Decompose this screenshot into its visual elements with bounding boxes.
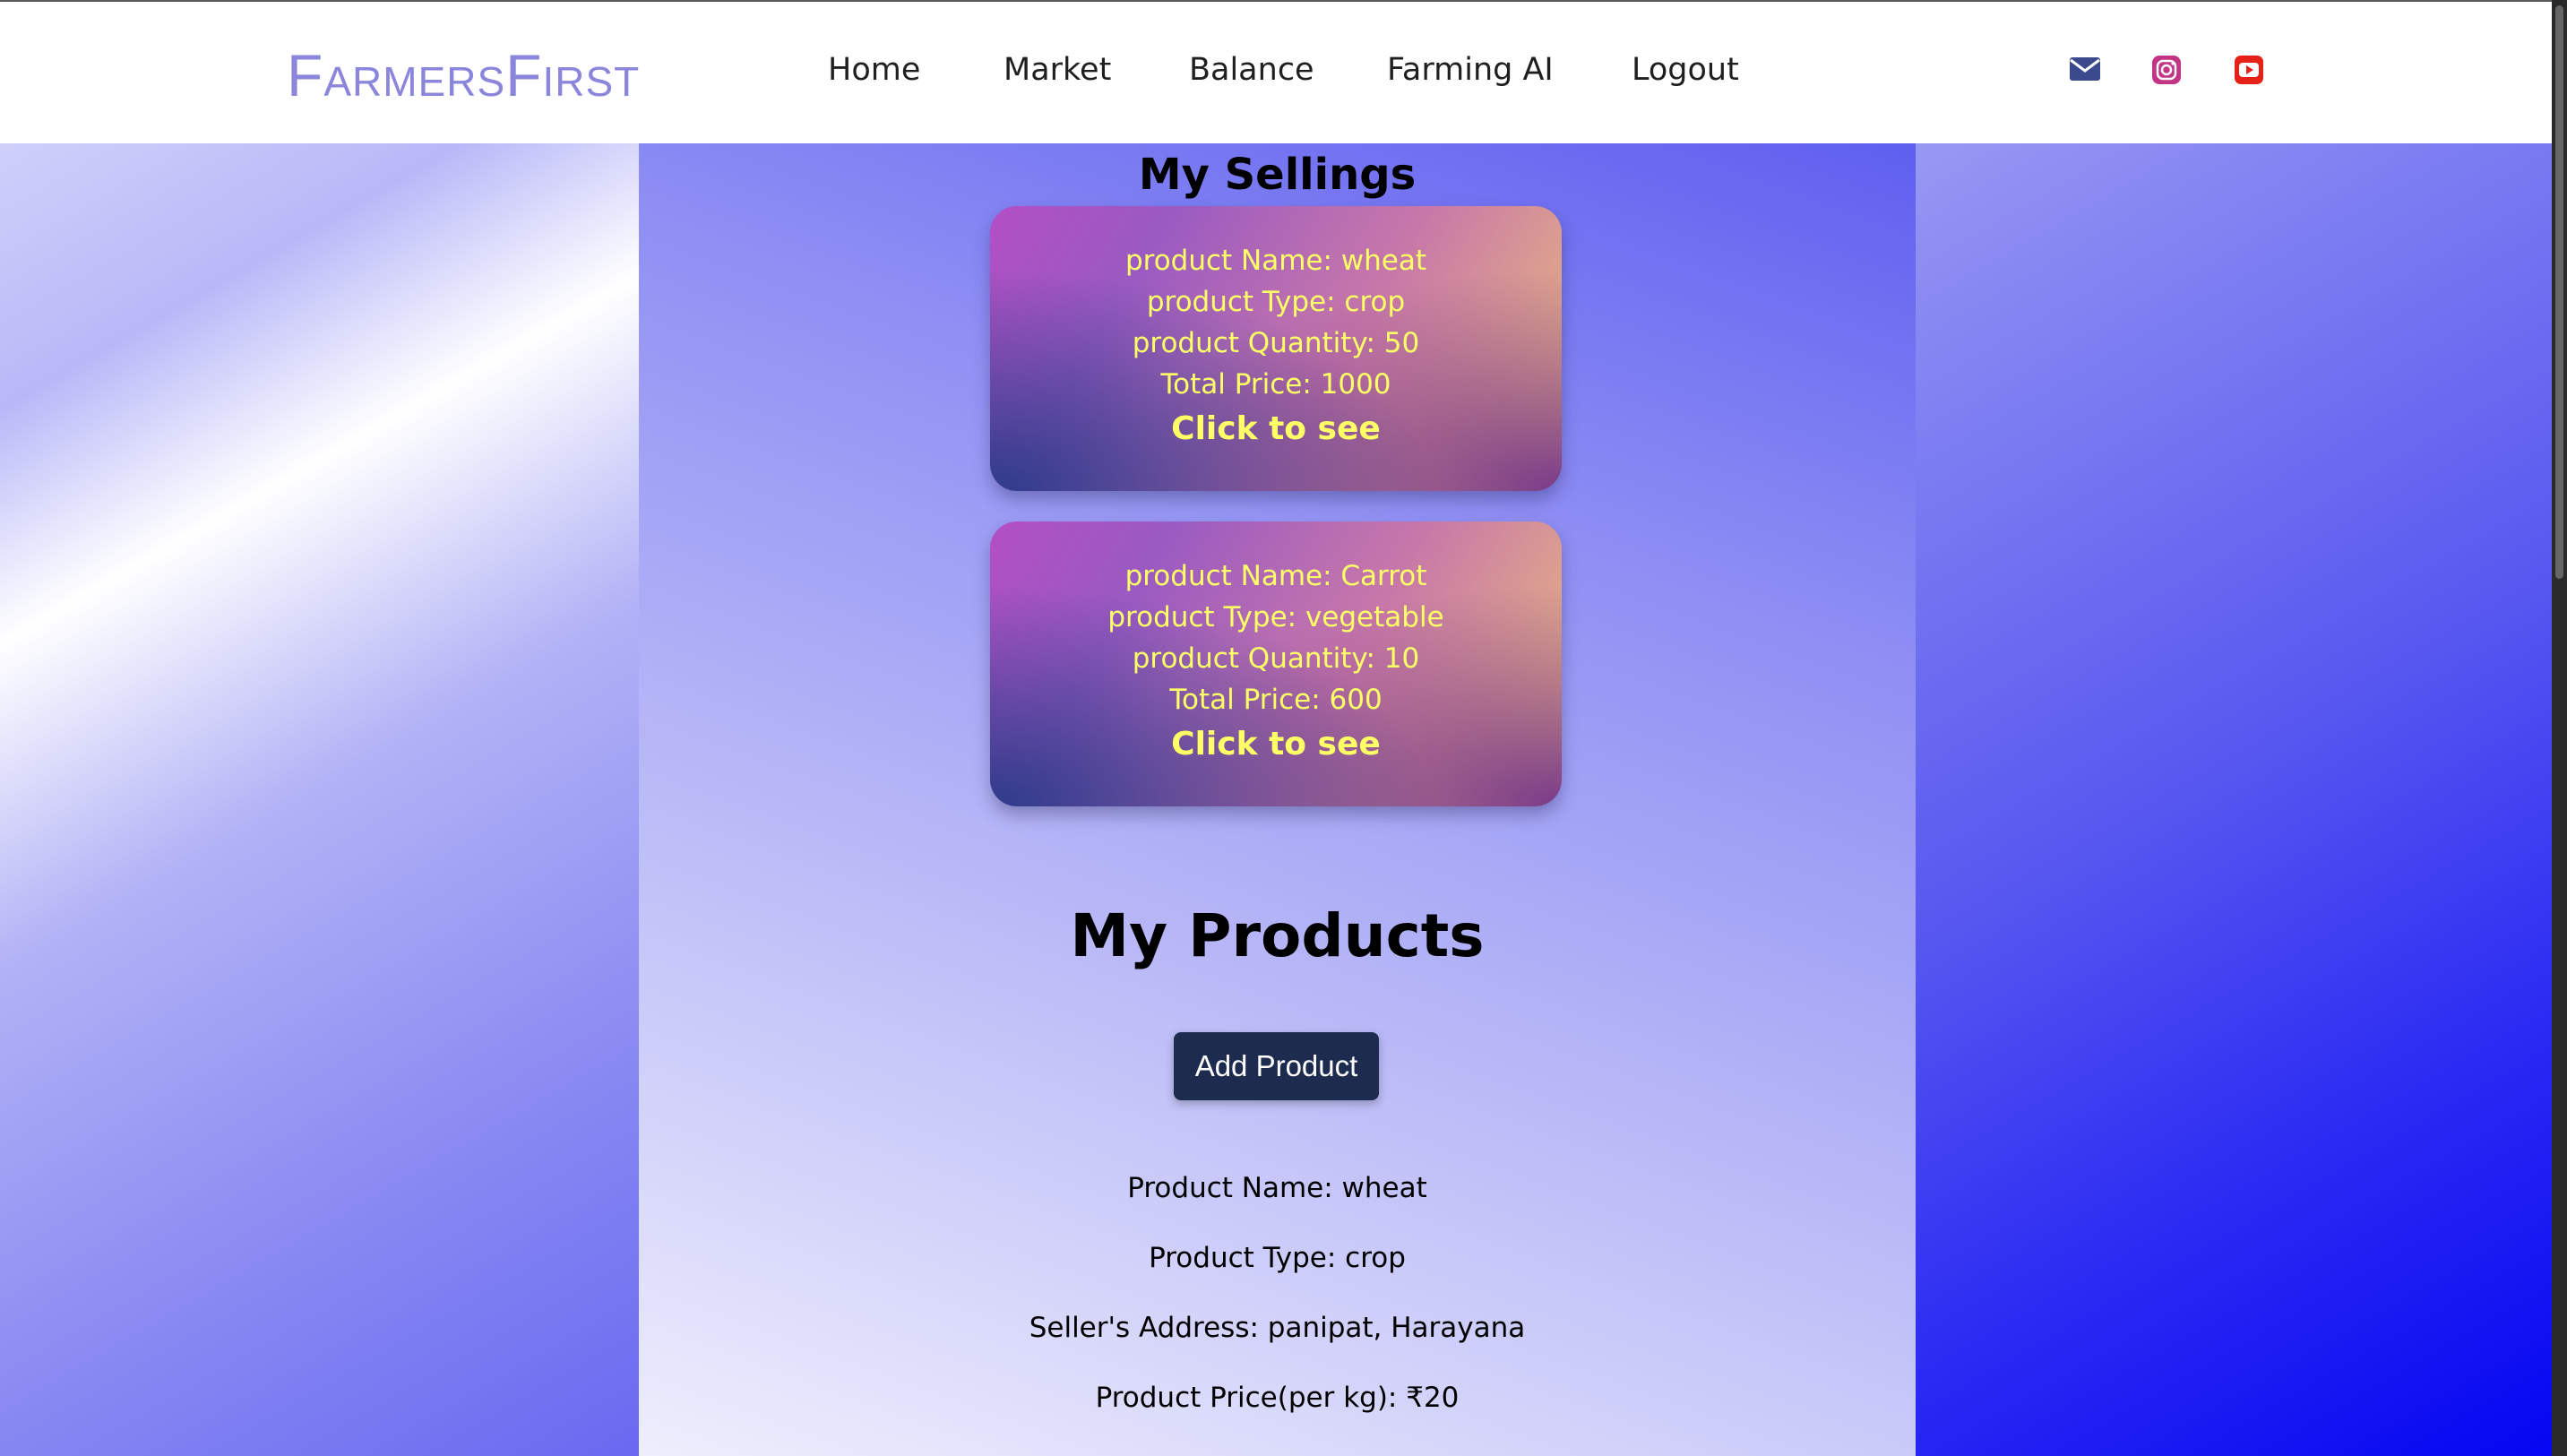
nav-market[interactable]: Market xyxy=(1004,52,1111,88)
selling-product-type: product Type: vegetable xyxy=(1107,601,1444,633)
logo-text-irst: irst xyxy=(542,58,641,105)
nav-balance[interactable]: Balance xyxy=(1189,52,1314,88)
product-type: Product Type: crop xyxy=(1149,1242,1406,1274)
nav-farming-ai[interactable]: Farming AI xyxy=(1387,52,1554,88)
selling-total-price: Total Price: 1000 xyxy=(1160,368,1391,401)
site-header: FarmersFirst Home Market Balance Farming… xyxy=(0,2,2552,143)
site-logo[interactable]: FarmersFirst xyxy=(287,41,640,109)
logo-text-armers: armers xyxy=(323,58,506,105)
click-to-see-link[interactable]: Click to see xyxy=(990,720,1562,769)
selling-card[interactable]: product Name: Carrot product Type: veget… xyxy=(990,521,1562,806)
product-name: Product Name: wheat xyxy=(1127,1172,1427,1204)
mail-icon[interactable] xyxy=(2068,54,2102,84)
selling-product-name: product Name: Carrot xyxy=(1124,560,1427,592)
nav-logout[interactable]: Logout xyxy=(1632,52,1739,88)
logo-letter-f: F xyxy=(287,42,324,108)
window-top-border xyxy=(0,0,2552,2)
click-to-see-link[interactable]: Click to see xyxy=(990,405,1562,453)
my-products-title: My Products xyxy=(1070,901,1485,970)
selling-product-type: product Type: crop xyxy=(1146,286,1406,318)
page-scrollbar[interactable] xyxy=(2552,0,2567,1456)
nav-home[interactable]: Home xyxy=(828,52,920,88)
selling-total-price: Total Price: 600 xyxy=(1169,684,1383,716)
selling-product-quantity: product Quantity: 50 xyxy=(1132,327,1420,359)
my-sellings-title: My Sellings xyxy=(1138,150,1417,200)
logo-letter-f2: F xyxy=(505,42,543,108)
selling-product-quantity: product Quantity: 10 xyxy=(1132,642,1420,675)
seller-address: Seller's Address: panipat, Harayana xyxy=(1029,1312,1526,1344)
product-price: Product Price(per kg): ₹20 xyxy=(1095,1382,1460,1414)
selling-card[interactable]: product Name: wheat product Type: crop p… xyxy=(990,206,1562,491)
page-viewport: FarmersFirst Home Market Balance Farming… xyxy=(0,0,2552,1456)
selling-product-name: product Name: wheat xyxy=(1124,245,1427,277)
instagram-icon[interactable] xyxy=(2150,54,2184,84)
scrollbar-thumb[interactable] xyxy=(2555,5,2563,579)
youtube-icon[interactable] xyxy=(2233,54,2267,84)
add-product-button[interactable]: Add Product xyxy=(1174,1032,1379,1100)
